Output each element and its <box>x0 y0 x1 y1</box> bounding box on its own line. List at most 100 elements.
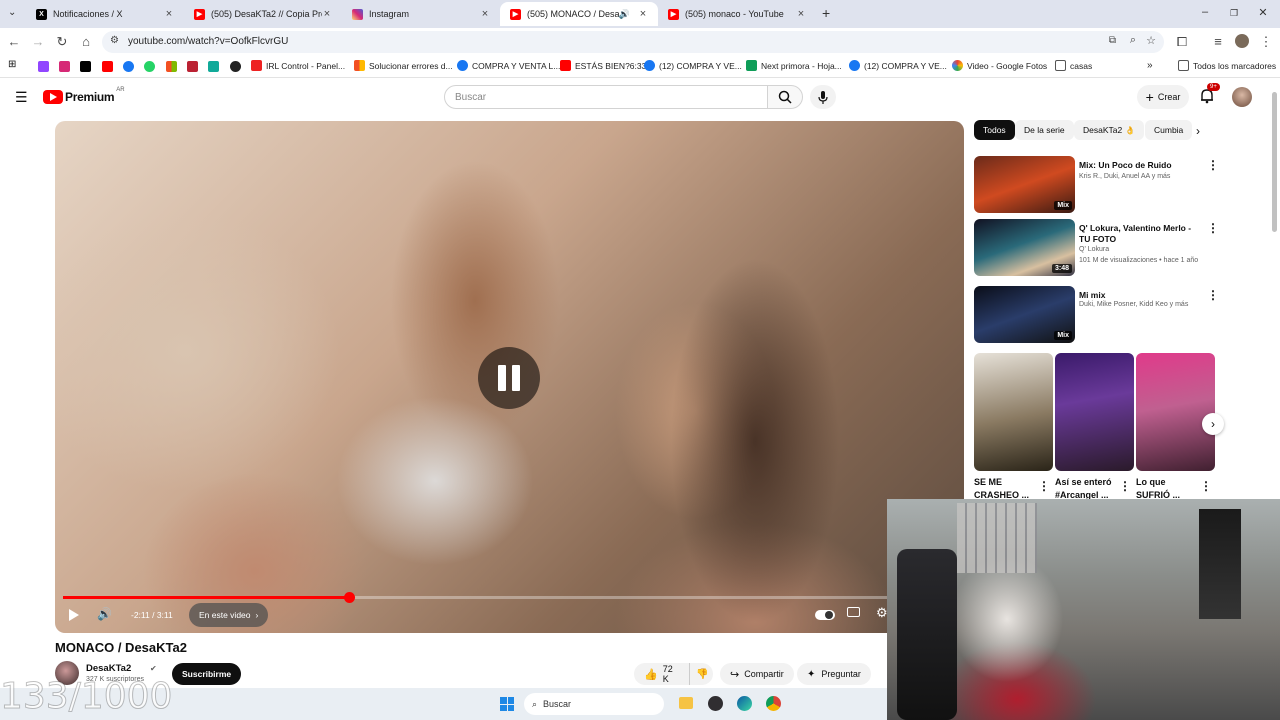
recommendation-item[interactable]: 3:48 Q' Lokura, Valentino Merlo - TU FOT… <box>974 219 1219 279</box>
photos-icon[interactable] <box>187 61 198 72</box>
video-thumbnail[interactable]: Mix <box>974 286 1075 343</box>
bookmark-item[interactable]: Next primora - Hoja... <box>746 60 842 71</box>
recommendation-item[interactable]: Mix Mi mix Duki, Mike Posner, Kidd Keo y… <box>974 286 1219 346</box>
dislike-button[interactable]: 👎 <box>689 663 713 685</box>
bookmark-item[interactable]: Video - Google Fotos <box>952 60 1047 71</box>
minimize-icon[interactable]: – <box>1198 6 1212 18</box>
bookmark-item[interactable]: IRL Control - Panel... <box>251 60 345 71</box>
close-icon[interactable]: × <box>638 8 648 20</box>
shorts-next-button[interactable]: › <box>1202 413 1224 435</box>
subscribe-button[interactable]: Suscribirme <box>172 663 242 685</box>
autoplay-toggle[interactable] <box>815 610 835 620</box>
chip-de-la-serie[interactable]: De la serie <box>1015 120 1074 140</box>
more-vert-icon[interactable]: ⋮ <box>1207 288 1219 302</box>
tab-groups-icon[interactable]: ≡ <box>1210 34 1226 50</box>
chip-desakta2[interactable]: DesaKTa2 👌 <box>1074 120 1145 140</box>
chip-todos[interactable]: Todos <box>974 120 1015 140</box>
video-thumbnail[interactable]: Mix <box>974 156 1075 213</box>
volume-icon[interactable]: 🔊 <box>97 607 112 621</box>
extensions-icon[interactable]: ⧠ <box>1174 34 1190 50</box>
short-thumbnail[interactable] <box>1055 353 1134 471</box>
browser-tab[interactable]: X Notificaciones / X × <box>26 2 184 26</box>
browser-tab[interactable]: ▶ (505) monaco - YouTube × <box>658 2 816 26</box>
bookmark-folder[interactable]: casas <box>1055 60 1092 71</box>
install-app-icon[interactable]: ⧉ <box>1109 35 1116 46</box>
all-bookmarks-folder[interactable]: Todos los marcadores <box>1178 60 1276 71</box>
close-icon[interactable]: × <box>480 8 490 20</box>
search-button[interactable] <box>767 85 803 109</box>
more-vert-icon[interactable]: ⋮ <box>1207 221 1219 235</box>
voice-search-button[interactable] <box>810 85 836 109</box>
short-thumbnail[interactable] <box>1136 353 1215 471</box>
app-icon[interactable] <box>208 61 219 72</box>
windows-start-icon[interactable] <box>500 697 514 711</box>
microsoft-icon[interactable] <box>166 61 177 72</box>
rec-title[interactable]: Mix: Un Poco de Ruido <box>1079 160 1201 171</box>
x-icon[interactable] <box>80 61 91 72</box>
search-input[interactable]: Buscar <box>444 85 768 109</box>
play-icon[interactable] <box>69 609 79 621</box>
create-button[interactable]: + Crear <box>1137 85 1189 109</box>
bookmark-item[interactable]: COMPRA Y VENTA L... <box>457 60 560 71</box>
settings-gear-icon[interactable]: ⚙ <box>876 605 888 621</box>
bookmark-item[interactable]: (12) COMPRA Y VE... <box>849 60 947 71</box>
like-button[interactable]: 👍 72 K <box>634 663 689 685</box>
more-vert-icon[interactable]: ⋮ <box>1119 479 1131 493</box>
github-icon[interactable] <box>230 61 241 72</box>
apps-grid-icon[interactable]: ⊞ <box>8 59 19 70</box>
chevron-right-icon[interactable]: › <box>1196 124 1200 138</box>
bookmark-star-icon[interactable]: ☆ <box>1146 34 1156 47</box>
pause-icon[interactable] <box>478 347 540 409</box>
video-player[interactable]: 🔊 -2:11 / 3:11 En este video › ⚙ <box>55 121 964 633</box>
channel-name[interactable]: DesaKTa2 <box>86 663 131 674</box>
browser-tab-active[interactable]: ▶ (505) MONACO / DesaKTa2 🔊 × <box>500 2 658 26</box>
profile-avatar[interactable] <box>1234 34 1250 52</box>
bookmark-item[interactable]: ESTÁS BIEN?6:33 <box>560 60 646 71</box>
browser-tab[interactable]: Instagram × <box>342 2 500 26</box>
scrubber-handle[interactable] <box>343 592 355 603</box>
subtitles-icon[interactable] <box>847 607 860 617</box>
edge-icon[interactable] <box>737 696 752 711</box>
twitch-icon[interactable] <box>38 61 49 72</box>
site-info-icon[interactable]: ⚙ <box>110 35 119 46</box>
bookmark-item[interactable]: Solucionar errores d... <box>354 60 453 71</box>
youtube-logo[interactable]: Premium AR <box>43 87 125 104</box>
close-icon[interactable]: × <box>796 8 806 20</box>
tab-search-chevron-icon[interactable]: ⌄ <box>8 7 16 18</box>
home-icon[interactable]: ⌂ <box>78 34 94 50</box>
progress-bar[interactable] <box>63 592 956 603</box>
more-bookmarks-icon[interactable]: » <box>1147 60 1153 71</box>
reload-icon[interactable]: ↻ <box>54 34 70 50</box>
chrome-menu-icon[interactable]: ⋮ <box>1258 34 1274 50</box>
close-icon[interactable]: × <box>322 8 332 20</box>
more-vert-icon[interactable]: ⋮ <box>1200 479 1212 493</box>
youtube-icon[interactable] <box>102 61 113 72</box>
close-icon[interactable]: × <box>164 8 174 20</box>
forward-icon[interactable]: → <box>30 34 46 50</box>
recommendation-item[interactable]: Mix Mix: Un Poco de Ruido Kris R., Duki,… <box>974 156 1219 216</box>
new-tab-button[interactable]: + <box>822 5 830 21</box>
chip-cumbia[interactable]: Cumbia <box>1145 120 1193 140</box>
browser-tab[interactable]: ▶ (505) DesaKTa2 // Copia Prohibi × <box>184 2 342 26</box>
menu-icon[interactable]: ☰ <box>15 89 28 106</box>
account-avatar[interactable] <box>1232 87 1252 107</box>
chapters-button[interactable]: En este video › <box>189 603 269 627</box>
obs-icon[interactable] <box>708 696 723 711</box>
file-explorer-icon[interactable] <box>679 697 693 709</box>
address-bar[interactable]: ⚙ youtube.com/watch?v=OofkFlcvrGU ⧉ ⌕ ☆ <box>102 31 1164 53</box>
more-vert-icon[interactable]: ⋮ <box>1207 158 1219 172</box>
close-window-icon[interactable]: ✕ <box>1256 6 1270 19</box>
back-icon[interactable]: ← <box>6 34 22 50</box>
instagram-icon[interactable] <box>59 61 70 72</box>
restore-icon[interactable]: ❐ <box>1227 8 1241 19</box>
video-thumbnail[interactable]: 3:48 <box>974 219 1075 276</box>
facebook-icon[interactable] <box>123 61 134 72</box>
bookmark-item[interactable]: (12) COMPRA Y VE... <box>644 60 742 71</box>
whatsapp-icon[interactable] <box>144 61 155 72</box>
short-thumbnail[interactable] <box>974 353 1053 471</box>
share-button[interactable]: ↪ Compartir <box>720 663 794 685</box>
ask-button[interactable]: ✦ Preguntar <box>797 663 871 685</box>
rec-title[interactable]: Q' Lokura, Valentino Merlo - TU FOTO <box>1079 223 1201 245</box>
more-vert-icon[interactable]: ⋮ <box>1038 479 1050 493</box>
chrome-icon[interactable] <box>766 696 781 711</box>
